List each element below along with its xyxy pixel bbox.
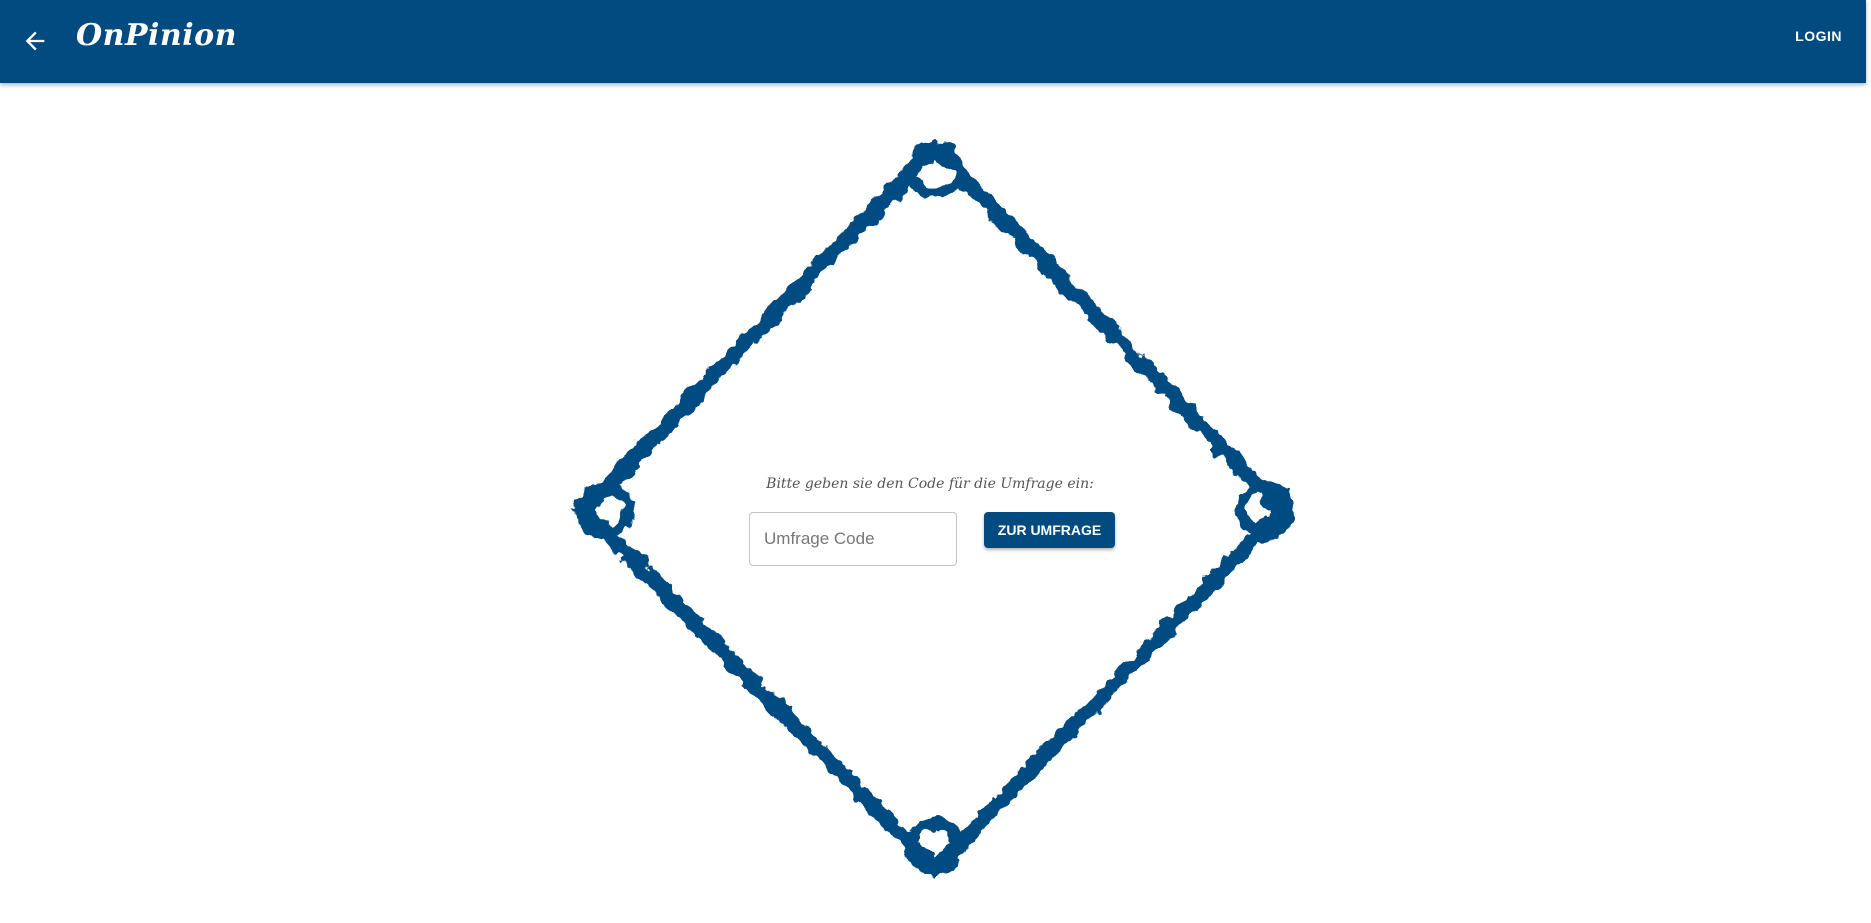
login-button[interactable]: LOGIN: [1795, 28, 1842, 44]
survey-code-prompt: Bitte geben sie den Code für die Umfrage…: [766, 476, 1094, 492]
survey-code-input[interactable]: [749, 512, 957, 566]
arrow-left-icon: [25, 31, 45, 51]
decorative-diamond-frame: [573, 136, 1294, 881]
app-bar: OnPinion LOGIN: [0, 0, 1866, 83]
app-title: OnPinion: [76, 18, 237, 53]
back-button[interactable]: [14, 20, 56, 62]
go-to-survey-button[interactable]: ZUR UMFRAGE: [984, 512, 1115, 548]
